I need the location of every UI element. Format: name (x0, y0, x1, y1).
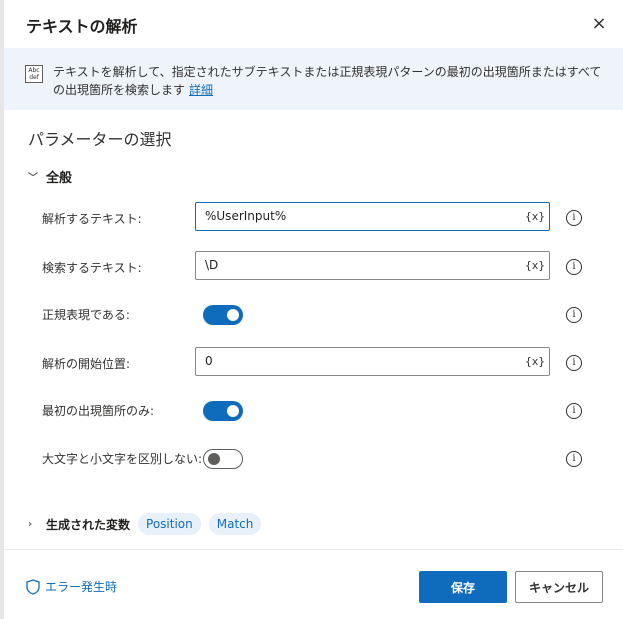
text-action-icon: Abc def (25, 65, 43, 83)
is-regex-toggle[interactable] (203, 305, 243, 325)
first-only-toggle[interactable] (203, 401, 243, 421)
variable-pill-position[interactable]: Position (138, 513, 201, 535)
info-icon[interactable]: i (566, 355, 582, 371)
generated-variables: › 生成された変数 Position Match (28, 513, 262, 535)
text-to-parse-value: %UserInput% (205, 209, 287, 223)
info-bar: Abc def テキストを解析して、指定されたサブテキストまたは正規表現パターン… (4, 48, 623, 110)
info-icon[interactable]: i (566, 307, 582, 323)
info-description: テキストを解析して、指定されたサブテキストまたは正規表現パターンの最初の出現箇所… (53, 63, 603, 99)
is-regex-label: 正規表現である: (42, 308, 130, 322)
on-error-label: エラー発生時 (45, 580, 118, 594)
section-title: パラメーターの選択 (28, 130, 172, 149)
dialog-title: テキストの解析 (26, 17, 138, 36)
variable-picker-button[interactable]: {x} (525, 203, 545, 230)
first-only-label: 最初の出現箇所のみ: (42, 404, 155, 418)
start-position-input[interactable]: 0 {x} (195, 347, 550, 376)
group-general-header[interactable]: ﹀ 全般 (28, 167, 72, 186)
variable-pill-match[interactable]: Match (208, 513, 262, 535)
close-icon[interactable]: × (589, 14, 609, 34)
ignore-case-label: 大文字と小文字を区別しない: (42, 452, 203, 466)
shield-icon (26, 578, 40, 595)
start-position-label: 解析の開始位置: (42, 357, 131, 371)
info-description-text: テキストを解析して、指定されたサブテキストまたは正規表現パターンの最初の出現箇所… (53, 65, 602, 97)
chevron-down-icon: ﹀ (28, 173, 38, 184)
variable-picker-button[interactable]: {x} (525, 348, 545, 375)
generated-variables-label: 生成された変数 (46, 517, 131, 532)
text-to-parse-label: 解析するテキスト: (42, 212, 142, 226)
toggle-knob (227, 309, 239, 321)
variable-picker-button[interactable]: {x} (525, 252, 545, 279)
text-to-find-label: 検索するテキスト: (42, 261, 142, 275)
info-icon[interactable]: i (566, 210, 582, 226)
save-button[interactable]: 保存 (419, 571, 507, 603)
text-to-find-value: \D (205, 258, 219, 272)
parse-text-dialog: テキストの解析 × Abc def テキストを解析して、指定されたサブテキストま… (4, 0, 623, 619)
details-link[interactable]: 詳細 (189, 83, 213, 97)
chevron-right-icon[interactable]: › (28, 519, 36, 530)
text-to-parse-input[interactable]: %UserInput% {x} (195, 202, 550, 231)
group-general-label: 全般 (46, 171, 73, 186)
cancel-button[interactable]: キャンセル (515, 571, 603, 603)
footer-divider (4, 549, 623, 550)
dialog-header: テキストの解析 × (4, 0, 623, 48)
info-icon[interactable]: i (566, 451, 582, 467)
ignore-case-toggle[interactable] (203, 449, 243, 469)
text-to-find-input[interactable]: \D {x} (195, 251, 550, 280)
toggle-knob (208, 453, 220, 465)
start-position-value: 0 (205, 354, 213, 368)
toggle-knob (227, 405, 239, 417)
on-error-link[interactable]: エラー発生時 (26, 578, 117, 595)
info-icon[interactable]: i (566, 403, 582, 419)
info-icon[interactable]: i (566, 259, 582, 275)
